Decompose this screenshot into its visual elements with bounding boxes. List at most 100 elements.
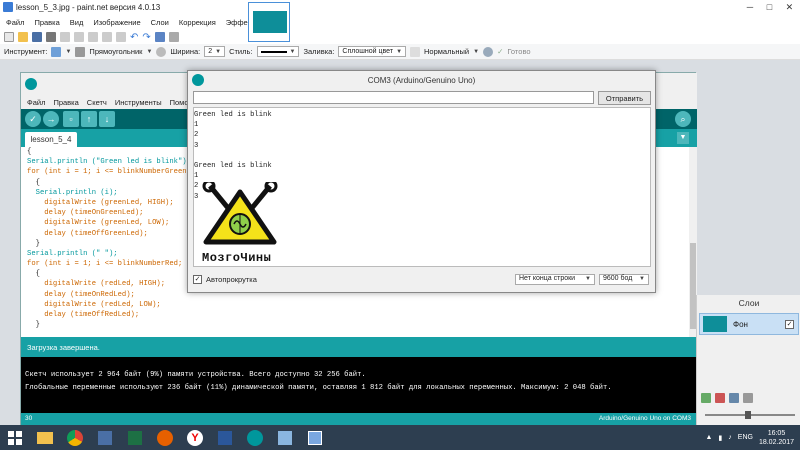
chevron-down-icon[interactable]: ▼ <box>473 49 479 55</box>
language-indicator[interactable]: ENG <box>738 434 753 441</box>
verify-icon[interactable]: ✓ <box>25 111 41 127</box>
line-ending-value: Нет конца строки <box>519 275 576 282</box>
chevron-down-icon[interactable]: ▼ <box>146 49 152 55</box>
serial-bottom-bar: ✓ Автопрокрутка Нет конца строки ▼ 9600 б… <box>193 271 651 287</box>
cut-icon[interactable] <box>60 32 70 42</box>
delete-layer-icon[interactable] <box>715 393 725 403</box>
ruler-icon[interactable] <box>168 32 179 42</box>
done-button[interactable]: Готово <box>507 47 530 56</box>
undo-icon[interactable]: ↶ <box>130 32 138 43</box>
console-line: Глобальные переменные используют 236 бай… <box>25 384 612 392</box>
volume-icon[interactable]: ♪ <box>728 434 732 441</box>
tab-menu-icon[interactable]: ▼ <box>677 132 689 144</box>
notepad-icon[interactable] <box>270 425 300 450</box>
output-line: Green led is blink <box>194 111 272 119</box>
menu-edit[interactable]: Правка <box>34 18 59 27</box>
layer-name: Фон <box>733 319 748 329</box>
new-sketch-icon[interactable]: ▫ <box>63 111 79 127</box>
chevron-down-icon[interactable]: ▼ <box>65 49 71 55</box>
menu-adjustments[interactable]: Коррекция <box>179 18 216 27</box>
board-port: Arduino/Genuino Uno on COM3 <box>598 415 691 422</box>
layer-visibility-checkbox[interactable]: ✓ <box>785 319 794 329</box>
tab-lesson[interactable]: lesson_5_4 <box>25 132 77 147</box>
excel-icon[interactable] <box>120 425 150 450</box>
output-line: 2 <box>194 131 199 140</box>
paste-icon[interactable] <box>88 32 98 42</box>
width-value: 2 <box>208 47 213 55</box>
print-icon[interactable] <box>46 32 56 42</box>
new-file-icon[interactable] <box>4 32 14 42</box>
layers-panel: Слои Фон ✓ <box>696 295 800 425</box>
serial-output: Green led is blink 1 2 3 Green led is bl… <box>193 107 651 267</box>
copy-icon[interactable] <box>74 32 84 42</box>
line-style-combo[interactable]: ▼ <box>256 46 300 57</box>
baud-select[interactable]: 9600 бод ▼ <box>599 273 649 285</box>
output-line: 3 <box>194 141 199 150</box>
save-icon[interactable] <box>32 32 42 42</box>
yandex-browser-icon[interactable]: Y <box>180 425 210 450</box>
compiler-console: Скетч использует 2 964 байт (9%) памяти … <box>21 357 697 413</box>
open-sketch-icon[interactable]: ↑ <box>81 111 97 127</box>
code-line: digitalWrite (redLed, LOW); <box>27 300 161 309</box>
code-line: } <box>27 321 40 330</box>
paint-window-title: lesson_5_3.jpg - paint.net версия 4.0.13 <box>16 2 161 12</box>
firefox-icon[interactable] <box>150 425 180 450</box>
deselect-icon[interactable] <box>116 32 126 42</box>
shape-type[interactable]: Прямоугольник <box>89 47 142 56</box>
save-sketch-icon[interactable]: ↓ <box>99 111 115 127</box>
blend-mode[interactable]: Нормальный <box>424 47 469 56</box>
layer-item[interactable]: Фон ✓ <box>699 313 799 335</box>
ard-menu-edit[interactable]: Правка <box>53 98 78 107</box>
width-combo[interactable]: 2 ▼ <box>204 46 226 57</box>
menu-file[interactable]: Файл <box>6 18 24 27</box>
arduino-taskbar-icon[interactable] <box>240 425 270 450</box>
fill-label: Заливка: <box>303 47 335 56</box>
crop-icon[interactable] <box>102 32 112 42</box>
shape-style-icon[interactable] <box>156 46 167 57</box>
file-explorer-icon[interactable] <box>30 425 60 450</box>
grid-icon[interactable] <box>154 32 165 42</box>
blend-icon[interactable] <box>410 46 421 57</box>
ard-menu-file[interactable]: Файл <box>27 98 45 107</box>
paint-menu-bar: Файл Правка Вид Изображение Слои Коррекц… <box>0 14 260 30</box>
fill-combo[interactable]: Сплошной цвет ▼ <box>338 46 407 57</box>
chrome-icon[interactable] <box>60 425 90 450</box>
menu-view[interactable]: Вид <box>70 18 84 27</box>
serial-monitor-icon[interactable]: ⌕ <box>675 111 691 127</box>
antialias-icon[interactable] <box>75 46 86 57</box>
clock[interactable]: 16:05 18.02.2017 <box>759 429 794 447</box>
duplicate-layer-icon[interactable] <box>729 393 739 403</box>
serial-input[interactable] <box>193 91 594 104</box>
redo-icon[interactable]: ↷ <box>142 32 150 43</box>
send-button[interactable]: Отправить <box>598 91 651 105</box>
open-folder-icon[interactable] <box>18 32 28 42</box>
word-icon[interactable] <box>210 425 240 450</box>
arduino-logo-icon <box>25 78 37 90</box>
alpha-icon[interactable] <box>483 46 494 57</box>
zoom-slider[interactable] <box>705 411 795 419</box>
paintnet-taskbar-icon[interactable] <box>300 425 330 450</box>
network-icon[interactable]: ▮ <box>718 434 722 442</box>
add-layer-icon[interactable] <box>701 393 711 403</box>
chevron-down-icon: ▼ <box>639 276 645 282</box>
output-line: 1 <box>194 121 199 130</box>
menu-image[interactable]: Изображение <box>93 18 140 27</box>
start-button[interactable] <box>0 425 30 450</box>
save-floppy-icon[interactable] <box>90 425 120 450</box>
tool-select-icon[interactable] <box>51 46 62 57</box>
console-line: Скетч использует 2 964 байт (9%) памяти … <box>25 371 366 379</box>
line-ending-select[interactable]: Нет конца строки ▼ <box>515 273 595 285</box>
ard-menu-sketch[interactable]: Скетч <box>87 98 107 107</box>
menu-layers[interactable]: Слои <box>151 18 169 27</box>
upload-icon[interactable]: → <box>43 111 59 127</box>
autoscroll-checkbox[interactable]: ✓ <box>193 274 202 284</box>
ard-menu-tools[interactable]: Инструменты <box>115 98 162 107</box>
maximize-icon[interactable]: □ <box>767 2 772 12</box>
style-label: Стиль: <box>229 47 253 56</box>
minimize-icon[interactable]: ─ <box>747 2 753 12</box>
image-thumbnail[interactable] <box>248 2 290 42</box>
layer-properties-icon[interactable] <box>743 393 753 403</box>
tray-arrow-icon[interactable]: ▲ <box>705 434 712 441</box>
close-icon[interactable]: ✕ <box>786 2 794 13</box>
